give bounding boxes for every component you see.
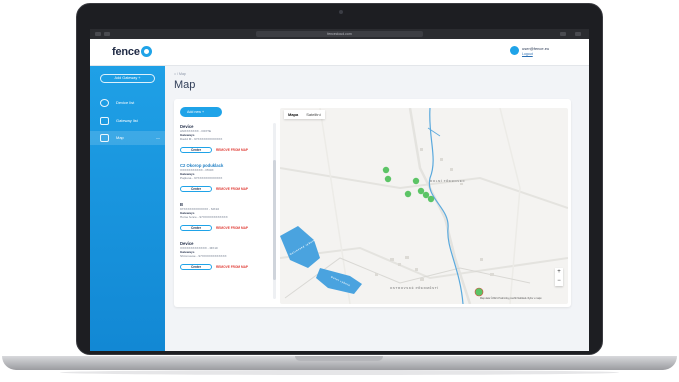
- logo[interactable]: fence: [112, 46, 152, 58]
- device-icon: [100, 99, 109, 107]
- scrollbar-thumb[interactable]: [273, 160, 276, 280]
- zoom-control: + −: [555, 268, 563, 286]
- stage: fencecloud.com fence user@fence.eu Logou…: [0, 0, 679, 382]
- gateway-name: Shmmouse - 97XXXXXXXXXXXX: [180, 254, 227, 258]
- remove-from-map-button[interactable]: REMOVE FROM MAP: [216, 225, 248, 231]
- user-avatar-icon[interactable]: [510, 46, 519, 55]
- map-icon: [100, 134, 109, 142]
- place-label: OSTROVSKÉ PŘEDMĚSTÍ: [390, 286, 439, 290]
- gateway-name: David M - 97XXXXXXXXXXXX: [180, 137, 223, 141]
- tab-map[interactable]: Mapa: [284, 110, 302, 119]
- laptop-shadow: [60, 370, 619, 375]
- zoom-in-button[interactable]: +: [555, 268, 563, 277]
- list-item: Device XXXXXXXXXXXXX - MX10 Gateways Shm…: [180, 241, 272, 277]
- logo-text: fence: [112, 46, 140, 58]
- map-type-tabs: Mapa Satelitní: [284, 110, 325, 119]
- sidebar-item-device-list[interactable]: Device list: [90, 96, 165, 110]
- sidebar-item-gateway-list[interactable]: Gateway list: [90, 114, 165, 128]
- share-icon[interactable]: [560, 32, 566, 36]
- map-card: Add new + Device ANXXXXXXX - F0XTE Gatew…: [174, 99, 571, 307]
- sidebar-item-label: Device list: [116, 100, 135, 105]
- zoom-out-button[interactable]: −: [555, 277, 563, 286]
- new-tab-icon[interactable]: [575, 32, 581, 36]
- page-title: Map: [174, 79, 196, 91]
- center-button[interactable]: Center: [180, 147, 212, 153]
- url-text: fencecloud.com: [327, 32, 352, 36]
- add-gateway-button[interactable]: Add Gateway +: [100, 74, 155, 83]
- gateway-name: Horse fence - 97XXXXXXXXXXXX: [180, 215, 228, 219]
- gateway-icon: [100, 117, 109, 125]
- list-item: B 97XXXXXXXXXXXX - MX10 Gateways Horse f…: [180, 202, 272, 238]
- list-scrollbar[interactable]: [273, 123, 276, 299]
- logout-link[interactable]: Logout: [522, 52, 533, 56]
- logo-icon: [140, 46, 152, 57]
- map-view[interactable]: DOLNÍ TŘEBOVEC OSTROVSKÉ PŘEDMĚSTÍ Ostro…: [280, 108, 568, 304]
- user-email: user@fence.eu: [522, 46, 550, 51]
- map-canvas[interactable]: [280, 108, 568, 304]
- remove-from-map-button[interactable]: REMOVE FROM MAP: [216, 186, 248, 192]
- center-button[interactable]: Center: [180, 225, 212, 231]
- sidebar-item-label: Map: [116, 135, 124, 140]
- sidebar-item-map[interactable]: Map —: [90, 131, 165, 145]
- main-content: ⌂ / Map Map Add new + Device ANXXXXXXX -…: [165, 66, 589, 351]
- add-new-button[interactable]: Add new +: [180, 107, 222, 117]
- remove-from-map-button[interactable]: REMOVE FROM MAP: [216, 147, 248, 153]
- browser-chrome: fencecloud.com: [90, 29, 589, 39]
- map-attribution[interactable]: Map data ©2021 Podmínky použití Nahlásit…: [480, 297, 542, 300]
- screen: fencecloud.com fence user@fence.eu Logou…: [90, 29, 589, 351]
- camera-icon: [339, 10, 343, 14]
- center-button[interactable]: Center: [180, 264, 212, 270]
- sidebar-item-label: Gateway list: [116, 118, 138, 123]
- laptop-notch: [295, 356, 383, 361]
- breadcrumb[interactable]: ⌂ / Map: [174, 72, 186, 76]
- tab-satellite[interactable]: Satelitní: [302, 110, 324, 119]
- device-list: Device ANXXXXXXX - F0XTE Gateways David …: [180, 124, 272, 299]
- tabs-icon[interactable]: [104, 32, 110, 36]
- chevron-icon: —: [156, 135, 160, 140]
- url-bar[interactable]: fencecloud.com: [256, 31, 423, 37]
- center-button[interactable]: Center: [180, 186, 212, 192]
- list-item: C2 Okorop poduklack XXXXXXXXXXX - PD0X G…: [180, 163, 272, 199]
- back-icon[interactable]: [95, 32, 101, 36]
- remove-from-map-button[interactable]: REMOVE FROM MAP: [216, 264, 248, 270]
- list-item: Device ANXXXXXXX - F0XTE Gateways David …: [180, 124, 272, 160]
- gateway-name: Papluna - 97XXXXXXXXXXXX: [180, 176, 223, 180]
- sidebar: Add Gateway + Device list Gateway list M…: [90, 66, 165, 351]
- place-label: DOLNÍ TŘEBOVEC: [430, 179, 466, 183]
- app-header: fence user@fence.eu Logout: [90, 39, 589, 66]
